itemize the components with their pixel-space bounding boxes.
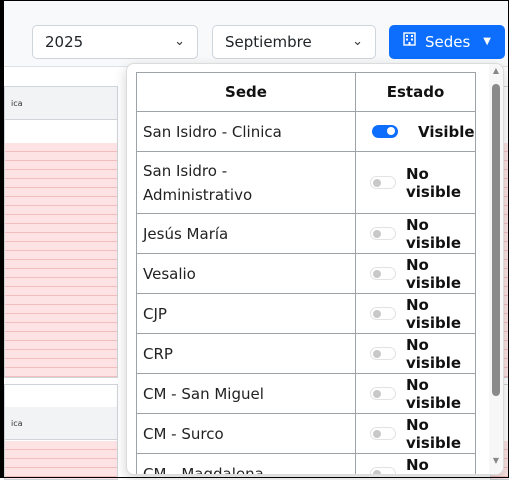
calendar-panel-left-top: ica xyxy=(4,86,118,378)
table-header-row: Sede Estado xyxy=(136,72,476,112)
table-row: CRP No visible xyxy=(136,333,476,374)
sede-name: CM - Magdalena xyxy=(136,453,356,474)
visibility-toggle[interactable] xyxy=(370,427,396,440)
toggle-knob xyxy=(373,178,381,187)
sede-status-cell: No visible xyxy=(355,413,476,454)
visibility-toggle[interactable] xyxy=(370,387,396,400)
table-row: CM - Surco No visible xyxy=(136,413,476,454)
chevron-down-icon: ⌄ xyxy=(174,34,185,49)
sede-status-cell: No visible xyxy=(355,373,476,414)
sede-status-cell: No visible xyxy=(355,213,476,254)
status-label: Visible xyxy=(418,122,475,141)
visibility-toggle[interactable] xyxy=(370,176,396,189)
status-label: No visible xyxy=(406,215,462,252)
sede-status-cell: No visible xyxy=(355,333,476,374)
sedes-dropdown-button[interactable]: Sedes ▼ xyxy=(389,25,505,59)
column-header-sede: Sede xyxy=(136,72,356,112)
visibility-toggle[interactable] xyxy=(370,307,396,320)
status-label: No visible xyxy=(406,164,462,201)
month-select[interactable]: Septiembre ⌄ xyxy=(212,25,376,59)
sede-status-cell: No visible xyxy=(355,453,476,475)
sede-name: San Isidro - Administrativo xyxy=(136,151,356,214)
toggle-knob xyxy=(373,389,381,398)
sede-name: Jesús María xyxy=(136,213,356,254)
sedes-popover: Sede Estado San Isidro - Clinica Visible S… xyxy=(126,63,504,475)
status-label: No visible xyxy=(406,335,462,372)
year-select[interactable]: 2025 ⌄ xyxy=(32,25,198,59)
status-label: No visible xyxy=(406,255,462,292)
status-label: No visible xyxy=(406,295,462,332)
table-row: Vesalio No visible xyxy=(136,253,476,294)
calendar-header: ica xyxy=(5,407,117,440)
sede-name: CRP xyxy=(136,333,356,374)
status-label: No visible xyxy=(406,455,461,475)
status-label: No visible xyxy=(406,375,462,412)
visibility-toggle[interactable] xyxy=(372,125,398,138)
calendar-header: ica xyxy=(5,87,117,120)
toggle-knob xyxy=(373,349,381,358)
building-icon xyxy=(403,25,416,59)
caret-down-icon: ▼ xyxy=(483,36,491,47)
table-row: Jesús María No visible xyxy=(136,213,476,254)
scroll-down-arrow-icon[interactable]: ▼ xyxy=(491,456,501,466)
toggle-knob xyxy=(373,229,381,238)
sede-name: Vesalio xyxy=(136,253,356,294)
sedes-table: Sede Estado San Isidro - Clinica Visible S… xyxy=(136,72,476,475)
popover-scrollbar[interactable]: ▲ ▼ xyxy=(489,64,503,474)
calendar-rows xyxy=(5,143,117,377)
visibility-toggle[interactable] xyxy=(370,467,396,474)
filter-bar: 2025 ⌄ Septiembre ⌄ Sedes ▼ xyxy=(4,0,509,67)
table-row: San Isidro - Administrativo No visible xyxy=(136,151,476,214)
calendar-rows xyxy=(5,441,117,479)
column-header-estado: Estado xyxy=(355,72,476,112)
toggle-knob xyxy=(373,269,381,278)
visibility-toggle[interactable] xyxy=(370,347,396,360)
table-row: CM - San Miguel No visible xyxy=(136,373,476,414)
toggle-knob xyxy=(373,429,381,438)
scrollbar-thumb[interactable] xyxy=(492,84,500,396)
status-label: No visible xyxy=(406,415,462,452)
chevron-down-icon: ⌄ xyxy=(352,34,363,49)
calendar-panel-left-bottom: ica xyxy=(4,384,118,480)
window-edge xyxy=(0,0,4,478)
sede-name: CJP xyxy=(136,293,356,334)
scroll-up-arrow-icon[interactable]: ▲ xyxy=(491,66,501,76)
toggle-knob xyxy=(387,127,395,135)
sede-status-cell: No visible xyxy=(355,253,476,294)
sede-status-cell: No visible xyxy=(355,151,476,214)
sedes-button-label: Sedes xyxy=(425,33,471,51)
calendar-location-label: ica xyxy=(11,419,23,428)
sede-status-cell: No visible xyxy=(355,293,476,334)
table-row: CJP No visible xyxy=(136,293,476,334)
table-row: CM - Magdalena No visible xyxy=(136,453,476,475)
month-value: Septiembre xyxy=(225,33,312,51)
sede-name: CM - Surco xyxy=(136,413,356,454)
visibility-toggle[interactable] xyxy=(370,227,396,240)
sede-status-cell: Visible xyxy=(355,111,476,152)
toggle-knob xyxy=(373,469,381,474)
toggle-knob xyxy=(373,309,381,318)
year-value: 2025 xyxy=(45,33,84,51)
sede-name: San Isidro - Clinica xyxy=(136,111,356,152)
calendar-location-label: ica xyxy=(11,99,23,108)
table-row: San Isidro - Clinica Visible xyxy=(136,111,476,152)
sede-name: CM - San Miguel xyxy=(136,373,356,414)
visibility-toggle[interactable] xyxy=(370,267,396,280)
